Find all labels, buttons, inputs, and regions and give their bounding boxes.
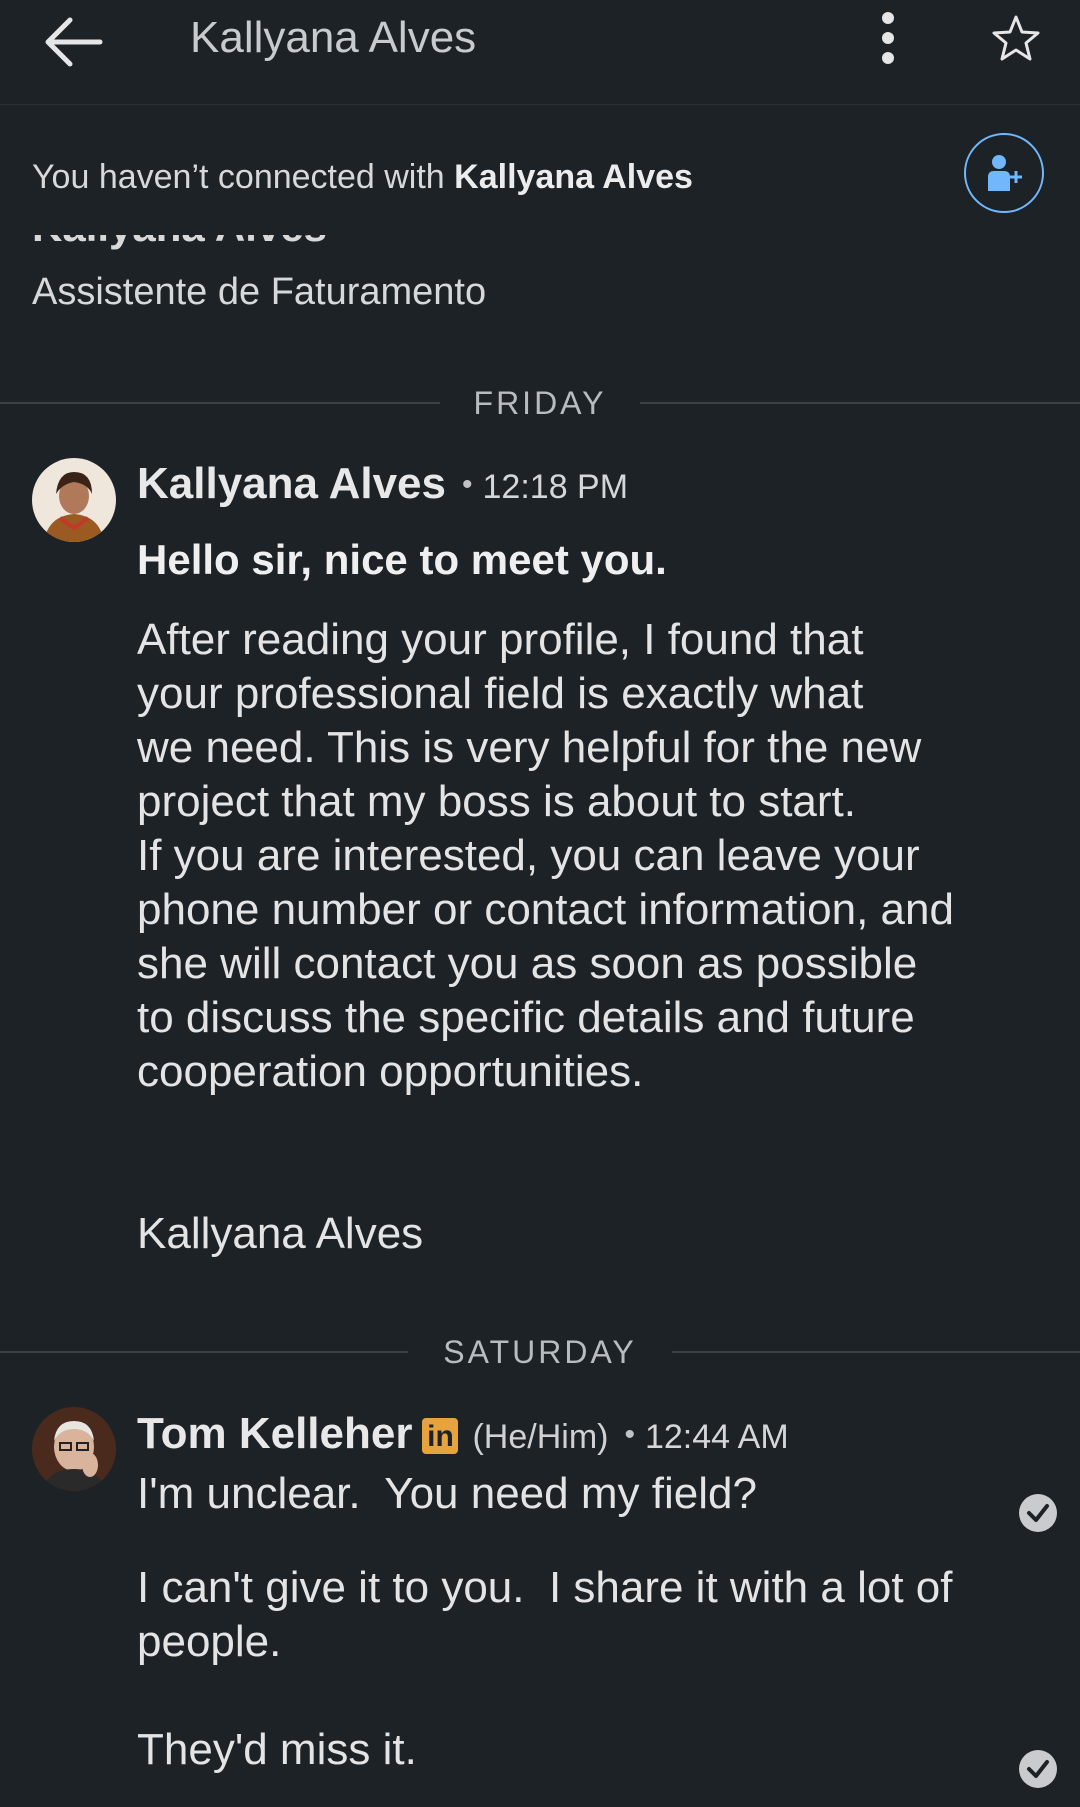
- read-receipt-icon: [1019, 1494, 1057, 1532]
- connection-prefix: You haven’t connected with: [32, 158, 455, 196]
- back-arrow-icon[interactable]: [40, 12, 110, 72]
- connection-banner-text: You haven’t connected with Kallyana Alve…: [32, 155, 693, 199]
- top-app-bar: Kallyana Alves: [0, 0, 1080, 105]
- more-vertical-icon[interactable]: [868, 8, 908, 68]
- sender-name[interactable]: Tom Kelleher: [137, 1409, 412, 1458]
- add-person-icon: [988, 155, 1022, 191]
- avatar-tom[interactable]: [32, 1407, 116, 1491]
- avatar-kallyana[interactable]: [32, 458, 116, 542]
- message-time: 12:18 PM: [482, 468, 629, 506]
- separator-dot: •: [462, 468, 473, 501]
- date-divider-friday: FRIDAY: [0, 383, 1080, 423]
- connection-name: Kallyana Alves: [454, 158, 693, 196]
- date-divider-saturday: SATURDAY: [0, 1332, 1080, 1372]
- message-header: Tom Kelleher in (He/Him) • 12:44 AM: [137, 1408, 789, 1470]
- read-receipt-icon: [1019, 1750, 1057, 1788]
- star-icon[interactable]: [990, 12, 1042, 64]
- message-line: They'd miss it.: [137, 1725, 417, 1774]
- linkedin-premium-badge-icon: in: [422, 1418, 459, 1454]
- message-signature: Kallyana Alves: [137, 1209, 424, 1258]
- sender-pronouns: (He/Him): [472, 1418, 609, 1456]
- message-body: After reading your profile, I found that…: [137, 615, 954, 1096]
- conversation-title: Kallyana Alves: [190, 13, 477, 62]
- connection-banner: You haven’t connected with Kallyana Alve…: [0, 105, 1080, 235]
- profile-headline: Assistente de Faturamento: [32, 271, 487, 313]
- message-time: 12:44 AM: [644, 1418, 789, 1456]
- message-header: Kallyana Alves • 12:18 PM: [137, 458, 628, 520]
- sender-name[interactable]: Kallyana Alves: [137, 459, 446, 508]
- add-connection-button[interactable]: [964, 133, 1044, 213]
- message-line: I'm unclear. You need my field?: [137, 1469, 757, 1518]
- message-subject: Hello sir, nice to meet you.: [137, 536, 667, 583]
- separator-dot: •: [624, 1418, 635, 1451]
- message-line: I can't give it to you. I share it with …: [137, 1563, 953, 1666]
